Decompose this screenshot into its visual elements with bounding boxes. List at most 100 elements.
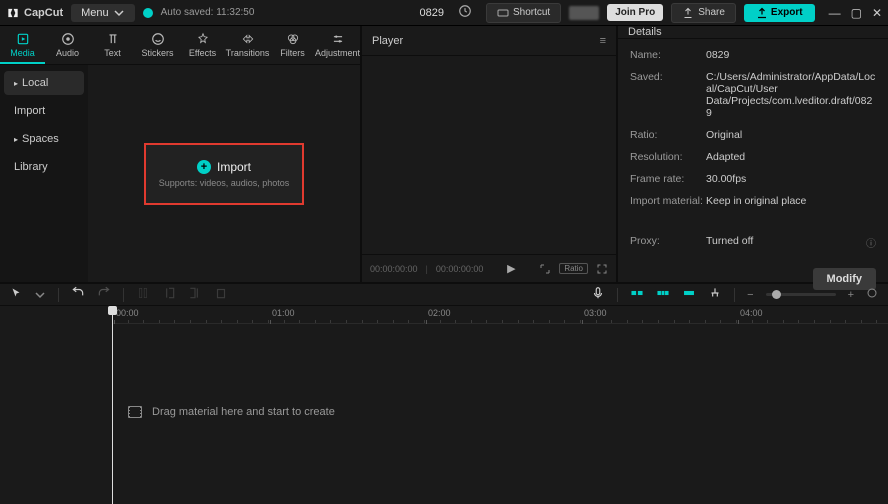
text-icon — [106, 32, 120, 46]
export-label: Export — [771, 7, 803, 18]
trim-right-button[interactable] — [188, 286, 202, 303]
history-icon — [458, 4, 472, 18]
fit-zoom-button[interactable] — [866, 287, 878, 302]
drag-hint-text: Drag material here and start to create — [152, 406, 335, 418]
time-current: 00:00:00:00 — [370, 264, 418, 274]
share-label: Share — [698, 7, 725, 18]
tab-label: Media — [10, 48, 35, 58]
media-main: + Import Supports: videos, audios, photo… — [88, 65, 360, 282]
delete-button[interactable] — [214, 286, 228, 303]
media-sidebar: ▸Local Import ▸Spaces Library — [0, 65, 88, 282]
capcut-logo-icon — [6, 6, 20, 20]
export-button[interactable]: Export — [744, 4, 815, 22]
trim-left-icon — [162, 286, 176, 300]
import-label: Import — [217, 160, 251, 174]
detail-ratio-label: Ratio: — [630, 129, 706, 141]
import-dropzone[interactable]: + Import Supports: videos, audios, photo… — [144, 143, 304, 205]
film-icon — [128, 406, 142, 418]
info-icon[interactable]: ⓘ — [866, 235, 876, 250]
timeline-body[interactable]: Drag material here and start to create — [0, 324, 888, 504]
play-button[interactable]: ▶ — [507, 262, 515, 275]
tick-label: 02:00 — [428, 308, 451, 318]
trim-right-icon — [188, 286, 202, 300]
tab-label: Transitions — [226, 48, 270, 58]
tab-text[interactable]: Text — [90, 26, 135, 64]
player-header: Player ≡ — [362, 26, 616, 56]
sidebar-item-library[interactable]: Library — [4, 155, 84, 179]
import-row: + Import — [197, 160, 251, 174]
split-button[interactable] — [136, 286, 150, 303]
close-button[interactable]: ✕ — [872, 6, 882, 20]
tab-adjustment[interactable]: Adjustment — [315, 26, 360, 64]
adjustment-icon — [331, 32, 345, 46]
sidebar-item-spaces[interactable]: ▸Spaces — [4, 127, 84, 151]
menu-label: Menu — [81, 7, 109, 19]
import-subtext: Supports: videos, audios, photos — [159, 178, 290, 188]
details-header: Details — [618, 26, 888, 39]
cursor-icon — [10, 287, 22, 299]
detail-saved-value: C:/Users/Administrator/AppData/Local/Cap… — [706, 71, 876, 119]
autosave-dot-icon — [143, 8, 153, 18]
trim-left-button[interactable] — [162, 286, 176, 303]
menu-button[interactable]: Menu — [71, 4, 135, 22]
delete-icon — [214, 286, 228, 300]
tab-audio[interactable]: Audio — [45, 26, 90, 64]
timeline-ruler[interactable]: 00:00 01:00 02:00 03:00 04:00 — [112, 306, 888, 324]
undo-button[interactable] — [71, 286, 85, 303]
sidebar-item-import[interactable]: Import — [4, 99, 84, 123]
window-controls: — ▢ ✕ — [829, 6, 882, 20]
history-button[interactable] — [452, 1, 478, 24]
shortcut-label: Shortcut — [513, 7, 550, 18]
player-title: Player — [372, 35, 403, 47]
track-toggle-2[interactable] — [656, 286, 670, 303]
project-title: 0829 — [419, 7, 443, 19]
player-controls: 00:00:00:00 | 00:00:00:00 ▶ Ratio — [362, 254, 616, 282]
tab-label: Text — [104, 48, 121, 58]
detail-saved-label: Saved: — [630, 71, 706, 119]
player-menu-icon[interactable]: ≡ — [600, 35, 606, 47]
join-pro-button[interactable]: Join Pro — [607, 4, 663, 21]
minimize-button[interactable]: — — [829, 6, 841, 20]
tab-label: Filters — [280, 48, 305, 58]
tab-label: Adjustment — [315, 48, 360, 58]
magnet-button[interactable] — [708, 286, 722, 303]
zoom-slider[interactable] — [766, 293, 836, 296]
media-icon — [16, 32, 30, 46]
chevron-down-icon[interactable] — [34, 289, 46, 301]
fullscreen-icon[interactable] — [596, 263, 608, 275]
tab-transitions[interactable]: Transitions — [225, 26, 270, 64]
filters-icon — [286, 32, 300, 46]
tick-label: 03:00 — [584, 308, 607, 318]
cursor-tool[interactable] — [10, 287, 22, 302]
tab-label: Audio — [56, 48, 79, 58]
details-body: Name:0829 Saved:C:/Users/Administrator/A… — [618, 39, 888, 260]
tab-media[interactable]: Media — [0, 26, 45, 64]
detail-proxy-label: Proxy: — [630, 235, 706, 250]
shortcut-button[interactable]: Shortcut — [486, 3, 561, 23]
tab-filters[interactable]: Filters — [270, 26, 315, 64]
transitions-icon — [241, 32, 255, 46]
app-name: CapCut — [24, 7, 63, 19]
tick-label: 01:00 — [272, 308, 295, 318]
ratio-button[interactable]: Ratio — [559, 263, 588, 274]
maximize-button[interactable]: ▢ — [851, 6, 862, 20]
share-icon — [682, 7, 694, 19]
tab-effects[interactable]: Effects — [180, 26, 225, 64]
media-body: ▸Local Import ▸Spaces Library + Import S… — [0, 65, 360, 282]
undo-icon — [71, 286, 85, 300]
effects-icon — [196, 32, 210, 46]
chevron-down-icon — [113, 7, 125, 19]
scale-icon[interactable] — [539, 263, 551, 275]
tick-label: 00:00 — [116, 308, 139, 318]
fit-icon — [866, 287, 878, 299]
track-toggle-1[interactable] — [630, 286, 644, 303]
player-viewport — [362, 56, 616, 254]
export-icon — [756, 7, 768, 19]
redo-button[interactable] — [97, 286, 111, 303]
titlebar: CapCut Menu Auto saved: 11:32:50 0829 Sh… — [0, 0, 888, 26]
tab-stickers[interactable]: Stickers — [135, 26, 180, 64]
share-button[interactable]: Share — [671, 3, 736, 23]
mic-button[interactable] — [591, 286, 605, 303]
track-toggle-3[interactable] — [682, 286, 696, 303]
sidebar-item-local[interactable]: ▸Local — [4, 71, 84, 95]
